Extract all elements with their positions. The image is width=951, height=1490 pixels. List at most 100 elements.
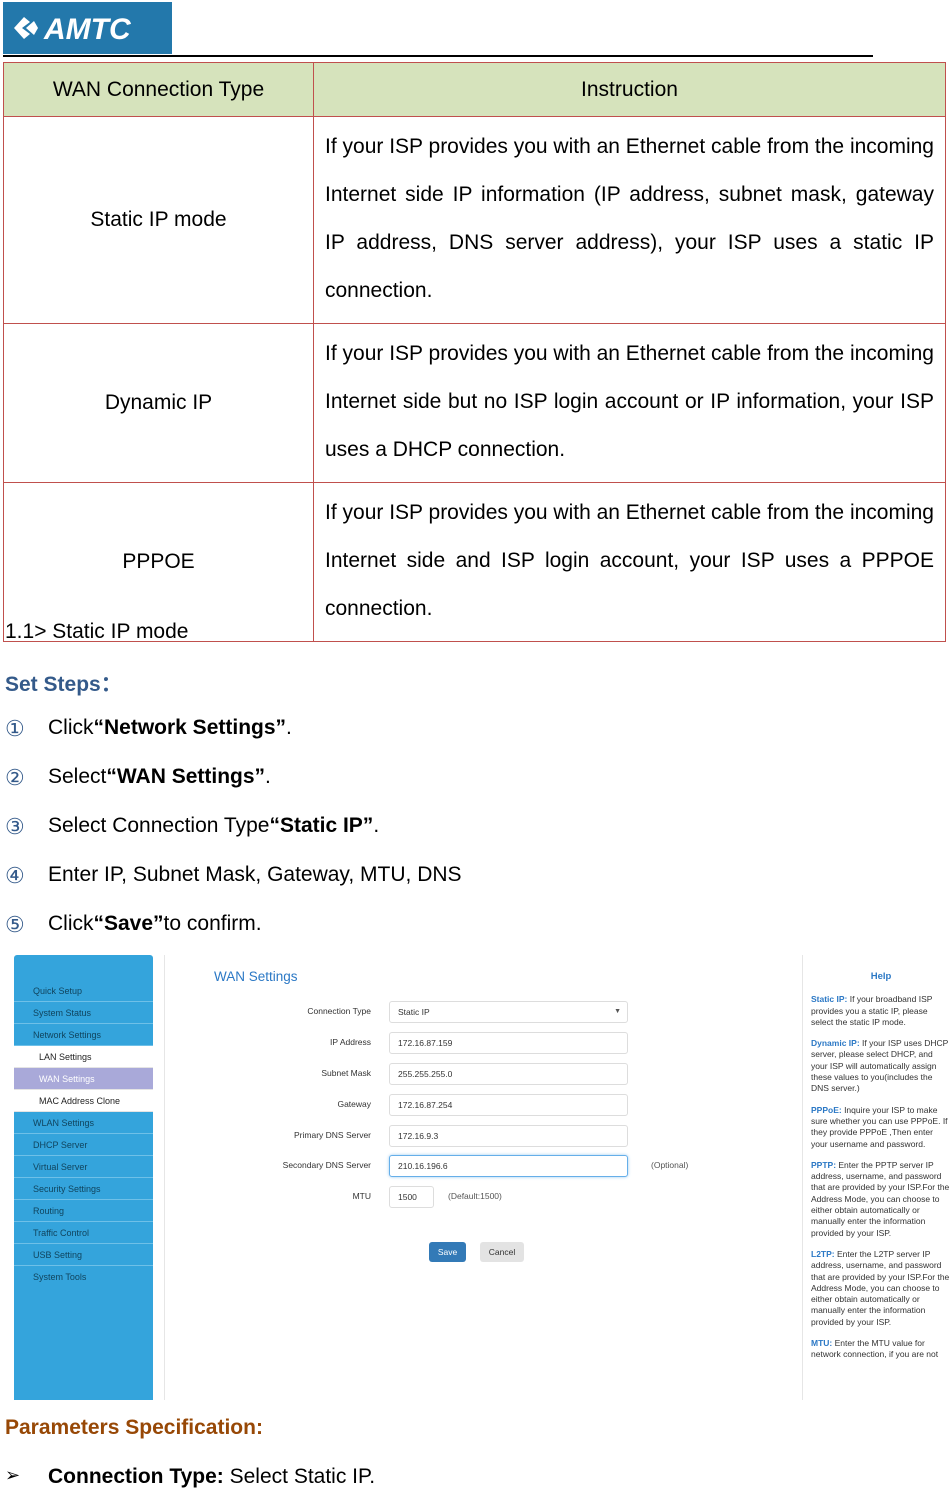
ip-address-row: IP Address 172.16.87.159 bbox=[165, 1032, 801, 1054]
step-bold: “Save” bbox=[93, 912, 164, 935]
help-title: Help bbox=[870, 971, 892, 982]
cancel-button[interactable]: Cancel bbox=[480, 1242, 524, 1262]
help-entry: PPPoE: Inquire your ISP to make sure whe… bbox=[811, 1105, 951, 1150]
table-row: PPPOE If your ISP provides you with an E… bbox=[3, 482, 946, 642]
subnet-mask-input[interactable]: 255.255.255.0 bbox=[389, 1063, 628, 1085]
sidebar-subitem-lan-settings[interactable]: LAN Settings bbox=[14, 1046, 153, 1068]
optional-hint: (Optional) bbox=[651, 1160, 689, 1170]
svg-text:AMTC: AMTC bbox=[43, 13, 132, 46]
step-item: ④ Enter IP, Subnet Mask, Gateway, MTU, DN… bbox=[5, 863, 462, 912]
router-ui-screenshot: Quick Setup System Status Network Settin… bbox=[14, 955, 951, 1400]
sidebar-subitem-wan-settings[interactable]: WAN Settings bbox=[14, 1068, 153, 1090]
sidebar-item-system-status[interactable]: System Status bbox=[14, 1002, 153, 1024]
help-entry: MTU: Enter the MTU value for network con… bbox=[811, 1338, 951, 1361]
mtu-input[interactable]: 1500 bbox=[389, 1186, 434, 1208]
subnet-mask-row: Subnet Mask 255.255.255.0 bbox=[165, 1063, 801, 1085]
cell-instruction: If your ISP provides you with an Etherne… bbox=[313, 323, 946, 483]
step-number: ② bbox=[5, 765, 25, 790]
subnet-mask-label: Subnet Mask bbox=[321, 1068, 371, 1078]
gateway-input[interactable]: 172.16.87.254 bbox=[389, 1094, 628, 1116]
mtu-default-hint: (Default:1500) bbox=[448, 1191, 502, 1201]
step-text: Click bbox=[48, 716, 94, 739]
ip-address-label: IP Address bbox=[330, 1037, 371, 1047]
header-instruction: Instruction bbox=[313, 62, 946, 117]
header-rule bbox=[3, 55, 873, 57]
help-text: Enter the L2TP server IP address, userna… bbox=[811, 1248, 950, 1327]
help-entry: Dynamic IP: If your ISP uses DHCP server… bbox=[811, 1038, 951, 1094]
step-text: Enter IP, Subnet Mask, Gateway, MTU, DNS bbox=[48, 863, 462, 886]
step-item: ① Click “Network Settings”. bbox=[5, 716, 462, 765]
sidebar-item-dhcp-server[interactable]: DHCP Server bbox=[14, 1134, 153, 1156]
connection-type-select[interactable]: Static IP ▼ bbox=[389, 1001, 628, 1023]
step-item: ⑤ Click “Save” to confirm. bbox=[5, 912, 462, 961]
arrow-bullet-icon: ➢ bbox=[5, 1465, 21, 1485]
secondary-dns-row: Secondary DNS Server 210.16.196.6 (Optio… bbox=[165, 1155, 801, 1177]
help-entry: L2TP: Enter the L2TP server IP address, … bbox=[811, 1249, 951, 1328]
step-number: ③ bbox=[5, 814, 25, 839]
table-row: Dynamic IP If your ISP provides you with… bbox=[3, 323, 946, 483]
cell-type: PPPOE bbox=[3, 482, 314, 642]
sidebar-item-security-settings[interactable]: Security Settings bbox=[14, 1178, 153, 1200]
help-entry: Static IP: If your broadband ISP provide… bbox=[811, 994, 951, 1028]
sidebar-item-virtual-server[interactable]: Virtual Server bbox=[14, 1156, 153, 1178]
set-steps-heading: Set Steps： bbox=[5, 673, 122, 696]
param-name: Connection Type: bbox=[48, 1465, 224, 1488]
help-term: Dynamic IP: bbox=[811, 1038, 860, 1049]
save-button[interactable]: Save bbox=[429, 1242, 466, 1262]
table-row: Static IP mode If your ISP provides you … bbox=[3, 116, 946, 324]
table-header-row: WAN Connection Type Instruction bbox=[3, 62, 946, 117]
step-number: ① bbox=[5, 716, 25, 741]
sidebar-item-quick-setup[interactable]: Quick Setup bbox=[14, 980, 153, 1002]
sidebar-item-network-settings[interactable]: Network Settings bbox=[14, 1024, 153, 1046]
help-entry: PPTP: Enter the PPTP server IP address, … bbox=[811, 1160, 951, 1239]
gateway-row: Gateway 172.16.87.254 bbox=[165, 1094, 801, 1116]
sidebar-subitem-mac-address-clone[interactable]: MAC Address Clone bbox=[14, 1090, 153, 1112]
ip-address-input[interactable]: 172.16.87.159 bbox=[389, 1032, 628, 1054]
panel-title: WAN Settings bbox=[214, 969, 298, 984]
primary-dns-row: Primary DNS Server 172.16.9.3 bbox=[165, 1125, 801, 1147]
step-text: Select bbox=[48, 765, 107, 788]
sidebar-item-usb-setting[interactable]: USB Setting bbox=[14, 1244, 153, 1266]
header-wan-type: WAN Connection Type bbox=[3, 62, 314, 117]
help-term: MTU: bbox=[811, 1338, 833, 1349]
step-text: . bbox=[373, 814, 380, 837]
sidebar-top bbox=[14, 955, 153, 980]
connection-type-row: Connection Type Static IP ▼ bbox=[165, 1001, 801, 1023]
divider bbox=[802, 955, 803, 1400]
gateway-label: Gateway bbox=[337, 1099, 371, 1109]
help-panel: Help Static IP: If your broadband ISP pr… bbox=[811, 955, 951, 1400]
sidebar-item-traffic-control[interactable]: Traffic Control bbox=[14, 1222, 153, 1244]
help-term: Static IP: bbox=[811, 994, 848, 1005]
step-item: ③ Select Connection Type “Static IP”. bbox=[5, 814, 462, 863]
help-term: L2TP: bbox=[811, 1248, 835, 1259]
wan-settings-panel: WAN Settings Connection Type Static IP ▼… bbox=[165, 955, 801, 1400]
step-bold: “Static IP” bbox=[269, 814, 374, 837]
parameters-heading: Parameters Specification: bbox=[5, 1416, 263, 1439]
step-text: . bbox=[286, 716, 292, 739]
step-item: ② Select “WAN Settings”. bbox=[5, 765, 462, 814]
step-text: Click bbox=[48, 912, 94, 935]
sidebar: Quick Setup System Status Network Settin… bbox=[14, 955, 153, 1400]
mtu-label: MTU bbox=[352, 1191, 371, 1201]
step-bold: “Network Settings” bbox=[93, 716, 287, 739]
sidebar-item-system-tools[interactable]: System Tools bbox=[14, 1266, 153, 1288]
secondary-dns-input[interactable]: 210.16.196.6 bbox=[389, 1155, 628, 1177]
connection-type-value: Static IP bbox=[398, 1007, 430, 1017]
step-text: to confirm. bbox=[163, 912, 262, 935]
step-text: . bbox=[265, 765, 271, 788]
section-title: 1.1> Static IP mode bbox=[5, 620, 189, 643]
sidebar-item-routing[interactable]: Routing bbox=[14, 1200, 153, 1222]
help-text: Enter the PPTP server IP address, userna… bbox=[811, 1159, 950, 1238]
primary-dns-input[interactable]: 172.16.9.3 bbox=[389, 1125, 628, 1147]
cell-type: Static IP mode bbox=[3, 116, 314, 324]
step-bold: “WAN Settings” bbox=[106, 765, 266, 788]
sidebar-item-wlan-settings[interactable]: WLAN Settings bbox=[14, 1112, 153, 1134]
param-item: ➢ Connection Type: Select Static IP. bbox=[5, 1465, 375, 1489]
secondary-dns-label: Secondary DNS Server bbox=[282, 1160, 371, 1170]
wan-connection-table: WAN Connection Type Instruction Static I… bbox=[3, 62, 946, 642]
logo-mark-icon: AMTC bbox=[13, 13, 132, 46]
help-term: PPTP: bbox=[811, 1159, 837, 1170]
cell-type: Dynamic IP bbox=[3, 323, 314, 483]
step-number: ⑤ bbox=[5, 912, 25, 937]
amtc-logo: AMTC bbox=[3, 2, 172, 54]
